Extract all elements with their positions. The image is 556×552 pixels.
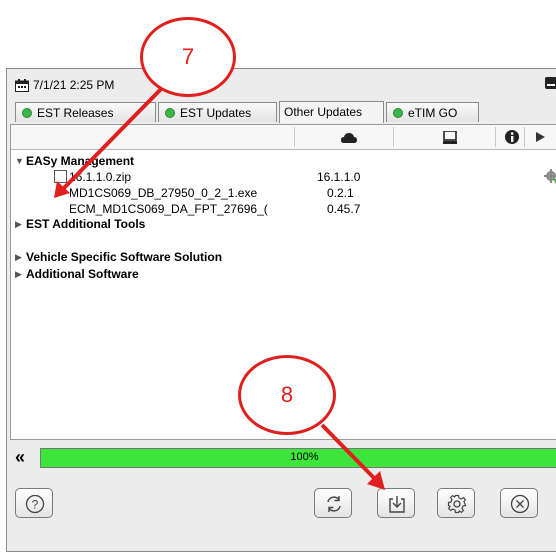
- cancel-button[interactable]: [500, 488, 538, 518]
- tab-label: eTIM GO: [408, 106, 458, 120]
- app-window: 7/1/21 2:25 PM EST Releases EST Updates …: [6, 68, 556, 552]
- refresh-button[interactable]: [314, 488, 352, 518]
- tree-expanded-icon[interactable]: ▼: [15, 156, 24, 166]
- computer-icon: [443, 131, 457, 144]
- column-divider: [495, 127, 496, 147]
- status-green-icon: [393, 108, 403, 118]
- column-divider: [524, 127, 525, 147]
- datetime-label: 7/1/21 2:25 PM: [33, 78, 115, 92]
- help-button[interactable]: ?: [15, 488, 53, 518]
- annotation-step-7: 7: [140, 17, 236, 97]
- download-button[interactable]: [377, 488, 415, 518]
- title-bar: 7/1/21 2:25 PM: [7, 69, 556, 99]
- tree-collapsed-icon[interactable]: ▶: [15, 269, 22, 280]
- svg-text:?: ?: [32, 498, 39, 512]
- tab-label: EST Updates: [180, 106, 252, 120]
- tab-bar: EST Releases EST Updates Other Updates e…: [15, 101, 556, 124]
- calendar-icon: [15, 79, 29, 92]
- tree-group-easy-management[interactable]: EASy Management: [26, 154, 134, 168]
- status-green-icon: [165, 108, 175, 118]
- tree-item-name[interactable]: ECM_MD1CS069_DA_FPT_27696_(: [69, 202, 268, 216]
- tree-item-version: 16.1.1.0: [317, 170, 361, 184]
- tab-other-updates[interactable]: Other Updates: [279, 101, 384, 123]
- gear-icon: [447, 494, 467, 514]
- progress-area: « 100%: [7, 445, 556, 471]
- tab-label: EST Releases: [37, 106, 114, 120]
- tab-label: Other Updates: [284, 105, 363, 119]
- progress-bar: 100%: [40, 448, 556, 468]
- refresh-icon: [327, 496, 341, 512]
- progress-label: 100%: [290, 451, 319, 463]
- install-gear-icon[interactable]: [544, 169, 556, 185]
- column-divider: [294, 127, 295, 147]
- settings-button[interactable]: [437, 488, 475, 518]
- minimize-icon[interactable]: [545, 77, 556, 89]
- cloud-icon: [341, 133, 357, 143]
- question-icon: ?: [25, 494, 45, 514]
- tree-group-additional-software[interactable]: Additional Software: [26, 267, 139, 281]
- tree-item-version: 0.2.1: [327, 186, 354, 200]
- tree-item-name[interactable]: MD1CS069_DB_27950_0_2_1.exe: [69, 186, 257, 200]
- status-green-icon: [22, 108, 32, 118]
- tab-est-updates[interactable]: EST Updates: [158, 102, 277, 122]
- tree-item-name[interactable]: 16.1.1.0.zip: [69, 170, 131, 184]
- column-divider: [393, 127, 394, 147]
- download-tray-icon: [389, 496, 405, 513]
- tab-est-releases[interactable]: EST Releases: [15, 102, 156, 122]
- column-header: [11, 125, 556, 150]
- tab-etim-go[interactable]: eTIM GO: [386, 102, 479, 122]
- annotation-step-8: 8: [238, 355, 336, 435]
- tree-collapsed-icon[interactable]: ▶: [15, 219, 22, 230]
- collapse-double-left-icon[interactable]: «: [15, 447, 25, 468]
- info-icon: [505, 130, 519, 144]
- tree-item-version: 0.45.7: [327, 202, 361, 216]
- item-checkbox[interactable]: [54, 170, 67, 183]
- close-circle-icon: [510, 494, 530, 514]
- tree-group-est-additional-tools[interactable]: EST Additional Tools: [26, 217, 145, 231]
- tree-group-vehicle-specific[interactable]: Vehicle Specific Software Solution: [26, 250, 222, 264]
- tree-collapsed-icon[interactable]: ▶: [15, 252, 22, 263]
- expand-right-icon[interactable]: [536, 132, 545, 142]
